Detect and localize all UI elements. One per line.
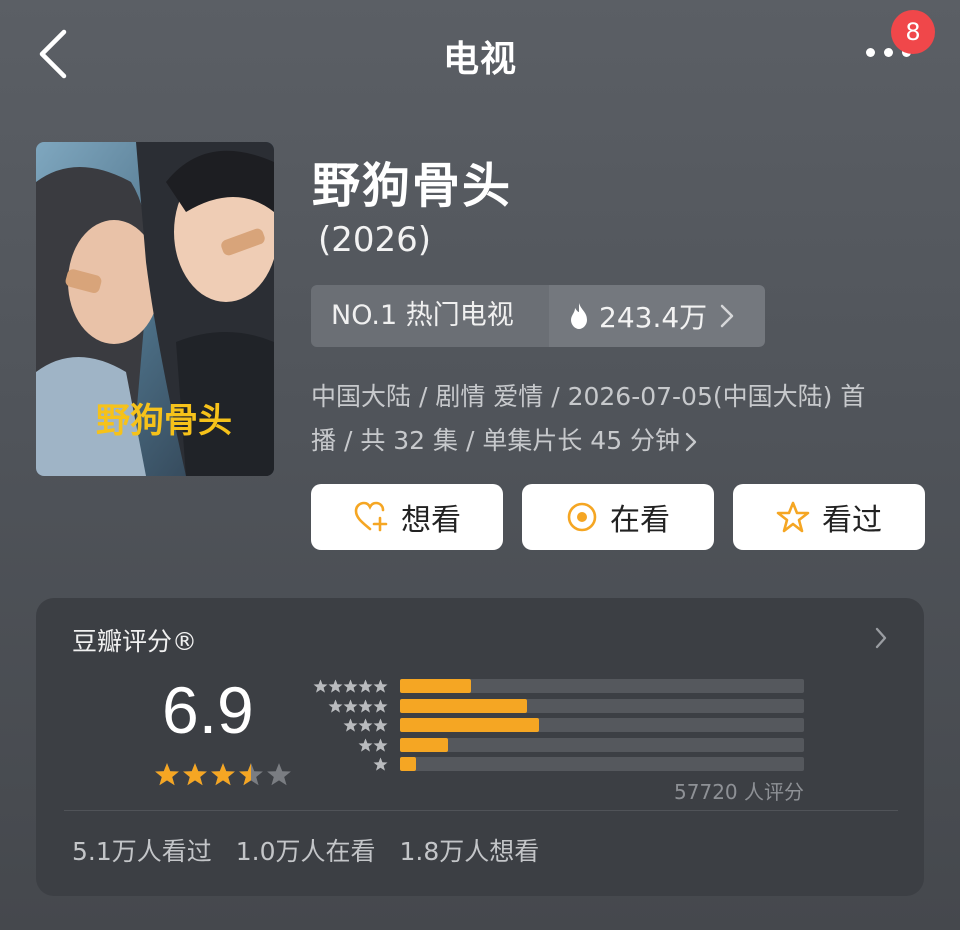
- small-star-icon: [313, 679, 328, 693]
- more-dots-icon: [866, 48, 875, 57]
- rating-star-icon: [183, 763, 207, 786]
- small-star-icon: [373, 679, 388, 693]
- small-star-icon: [343, 718, 358, 732]
- distribution-stars: [343, 718, 388, 733]
- score-stars: [154, 762, 294, 788]
- rating-star-icon: [267, 763, 291, 786]
- rank-label[interactable]: NO.1 热门电视: [311, 285, 549, 347]
- target-icon: [567, 502, 597, 532]
- show-year: (2026): [318, 220, 432, 260]
- distribution-bar: [400, 737, 449, 752]
- distribution-bar: [400, 679, 471, 693]
- small-star-icon: [373, 699, 388, 712]
- distribution-track: [400, 737, 804, 752]
- rating-star-icon: [155, 763, 179, 786]
- watch-stats: 5.1万人看过 1.0万人在看 1.8万人想看: [72, 832, 563, 868]
- distribution-stars: [313, 679, 388, 694]
- small-star-icon: [343, 699, 358, 712]
- page-title: 电视: [442, 39, 517, 80]
- divider: [64, 810, 898, 811]
- meta-line-2-wrap: 播 / 共 32 集 / 单集片长 45 分钟: [311, 419, 911, 463]
- small-star-icon: [343, 679, 358, 693]
- distribution-track: [400, 679, 804, 693]
- small-star-icon: [373, 718, 388, 732]
- notification-badge: 8: [891, 10, 935, 54]
- stat-want: 1.8万人想看: [399, 837, 540, 866]
- want-to-watch-button[interactable]: 想看: [311, 484, 503, 550]
- heart-plus-icon: [354, 501, 388, 532]
- rank-box: NO.1 热门电视 243.4万: [311, 285, 765, 347]
- rating-score: 6.9: [162, 673, 254, 747]
- distribution-row: [304, 717, 814, 737]
- watched-button[interactable]: 看过: [733, 484, 925, 550]
- heat-button[interactable]: 243.4万: [549, 285, 765, 347]
- distribution-row: [304, 678, 814, 698]
- stat-watching: 1.0万人在看: [235, 837, 376, 866]
- watching-label: 在看: [610, 503, 670, 538]
- star-outline-icon: [776, 501, 810, 533]
- small-star-icon: [328, 679, 343, 693]
- distribution-bar: [400, 757, 417, 771]
- distribution-track: [400, 718, 804, 732]
- stat-watched: 5.1万人看过: [72, 837, 212, 866]
- meta-line-2: 播 / 共 32 集 / 单集片长 45 分钟: [311, 426, 681, 455]
- distribution-row: [304, 737, 814, 757]
- distribution-row: [304, 756, 814, 776]
- show-title: 野狗骨头: [312, 158, 513, 214]
- chevron-right-icon: [720, 304, 734, 328]
- chevron-right-icon: [685, 432, 697, 452]
- show-meta[interactable]: 中国大陆 / 剧情 爱情 / 2026-07-05(中国大陆) 首 播 / 共 …: [311, 375, 911, 463]
- poster-title-text: 野狗骨头: [96, 401, 232, 441]
- chevron-right-icon[interactable]: [874, 626, 888, 650]
- distribution-stars: [373, 757, 388, 772]
- more-dot: [884, 48, 893, 57]
- distribution-stars: [328, 699, 388, 714]
- rating-distribution: [304, 678, 814, 776]
- small-star-icon: [373, 738, 388, 751]
- rating-star-icon: [211, 763, 235, 786]
- flame-icon: [571, 303, 587, 329]
- distribution-track: [400, 698, 804, 713]
- rating-card[interactable]: 豆瓣评分® 6.9 57720 人评分 5.1万人看过 1.0万人在看 1.8万…: [36, 598, 924, 896]
- small-star-icon: [373, 757, 388, 771]
- small-star-icon: [358, 679, 373, 693]
- small-star-icon: [358, 699, 373, 712]
- distribution-bar: [400, 698, 528, 713]
- watched-label: 看过: [822, 503, 882, 538]
- watching-button[interactable]: 在看: [522, 484, 714, 550]
- heat-value: 243.4万: [599, 301, 708, 334]
- rating-star-icon: [239, 763, 263, 786]
- top-bar: 电视 8: [0, 0, 960, 110]
- distribution-track: [400, 757, 804, 771]
- meta-line-1: 中国大陆 / 剧情 爱情 / 2026-07-05(中国大陆) 首: [311, 382, 866, 411]
- want-to-watch-label: 想看: [401, 503, 461, 538]
- distribution-stars: [358, 738, 388, 753]
- small-star-icon: [328, 699, 343, 712]
- small-star-icon: [358, 738, 373, 751]
- small-star-icon: [358, 718, 373, 732]
- action-buttons: 想看 在看 看过: [311, 484, 925, 550]
- rating-title: 豆瓣评分®: [72, 627, 198, 656]
- distribution-row: [304, 698, 814, 718]
- distribution-bar: [400, 718, 540, 732]
- poster-image[interactable]: 野狗骨头: [36, 142, 274, 476]
- rating-count: 57720 人评分: [674, 780, 804, 804]
